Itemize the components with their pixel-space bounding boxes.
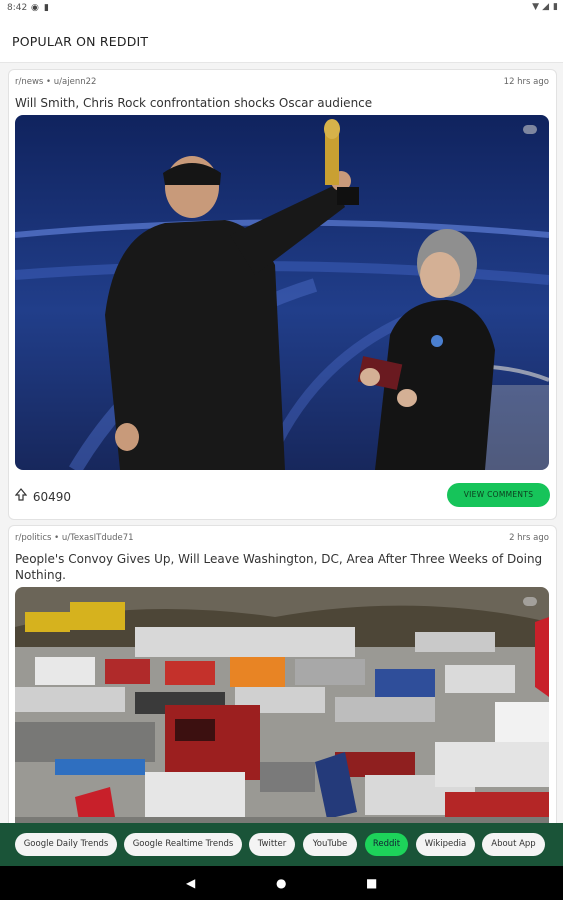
- tab-youtube[interactable]: YouTube: [303, 833, 357, 856]
- signal-icon: ◢: [542, 2, 549, 12]
- tab-reddit[interactable]: Reddit: [365, 833, 408, 856]
- tab-wikipedia[interactable]: Wikipedia: [416, 833, 475, 856]
- cloud-icon: [523, 125, 537, 134]
- post-title[interactable]: People's Convoy Gives Up, Will Leave Was…: [15, 551, 545, 583]
- post-meta[interactable]: r/news • u/ajenn22: [15, 77, 96, 87]
- post-time: 12 hrs ago: [503, 77, 549, 87]
- post-card[interactable]: r/news • u/ajenn22 12 hrs ago Will Smith…: [8, 69, 557, 520]
- vote-count: 60490: [32, 490, 72, 504]
- vote-row: 60490: [14, 488, 72, 504]
- view-comments-button[interactable]: VIEW COMMENTS: [447, 483, 550, 507]
- navigation-bar: ◀ ● ■: [0, 866, 563, 900]
- feed[interactable]: r/news • u/ajenn22 12 hrs ago Will Smith…: [0, 63, 563, 823]
- notification-icon: ◉: [31, 3, 39, 13]
- convoy-parking-lot-photo: [15, 587, 549, 823]
- tab-twitter[interactable]: Twitter: [249, 833, 295, 856]
- recents-icon[interactable]: ■: [366, 876, 377, 890]
- wifi-icon: ▼: [532, 2, 539, 12]
- post-image[interactable]: [15, 115, 549, 470]
- post-title[interactable]: Will Smith, Chris Rock confrontation sho…: [15, 95, 545, 111]
- tab-google-daily-trends[interactable]: Google Daily Trends: [15, 833, 117, 856]
- tab-google-realtime-trends[interactable]: Google Realtime Trends: [124, 833, 242, 856]
- status-time: 8:42: [7, 3, 28, 13]
- sd-card-icon: ▮: [44, 3, 49, 13]
- app-header: POPULAR ON REDDIT: [0, 18, 563, 63]
- back-icon[interactable]: ◀: [186, 876, 195, 890]
- post-meta[interactable]: r/politics • u/TexasITdude71: [15, 533, 134, 543]
- post-time: 2 hrs ago: [509, 533, 549, 543]
- oscar-stage-photo: [15, 115, 549, 470]
- source-tab-bar: Google Daily Trends Google Realtime Tren…: [0, 823, 563, 866]
- tab-about-app[interactable]: About App: [482, 833, 545, 856]
- battery-icon: ▮: [553, 2, 558, 12]
- arrow-up-icon[interactable]: [14, 488, 29, 504]
- post-card[interactable]: r/politics • u/TexasITdude71 2 hrs ago P…: [8, 525, 557, 823]
- status-bar: 8:42 ◉ ▮ ▼ ◢ ▮: [0, 0, 563, 18]
- cloud-icon: [523, 597, 537, 606]
- home-icon[interactable]: ●: [276, 876, 286, 890]
- post-image[interactable]: [15, 587, 549, 823]
- page-title: POPULAR ON REDDIT: [12, 34, 149, 49]
